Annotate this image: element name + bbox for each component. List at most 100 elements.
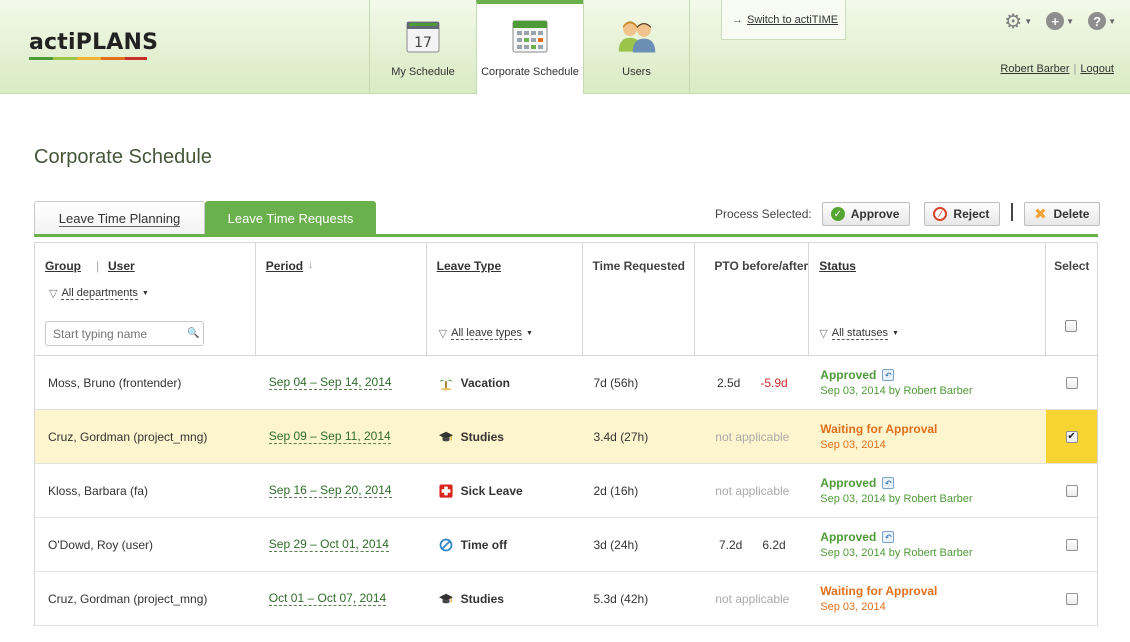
user-name-link[interactable]: Robert Barber xyxy=(1000,63,1069,75)
add-menu[interactable]: + ▼ xyxy=(1046,12,1074,30)
tab-label: Leave Time Requests xyxy=(227,210,354,226)
table-row[interactable]: Kloss, Barbara (fa) Sep 16 – Sep 20, 201… xyxy=(35,464,1097,518)
leave-requests-table: Group | User ▽ All departments ▼ 🔍 Perio… xyxy=(34,242,1098,626)
chevron-down-icon: ▼ xyxy=(141,290,149,297)
help-icon: ? xyxy=(1088,12,1107,30)
select-all-checkbox[interactable] xyxy=(1065,320,1078,332)
period-cell: Oct 01 – Oct 07, 2014 xyxy=(256,572,427,625)
pto-cell: not applicable xyxy=(695,410,809,463)
top-icon-bar: ⚙ ▼ + ▼ ? ▼ xyxy=(1004,10,1116,33)
revert-icon[interactable]: ↶ xyxy=(882,477,895,489)
switch-link[interactable]: Switch to actiTIME xyxy=(747,14,838,26)
status-label: Approved xyxy=(820,368,877,382)
header-period: Period ↓ xyxy=(256,243,427,355)
period-link[interactable]: Sep 04 – Sep 14, 2014 xyxy=(268,375,392,390)
status-badge: Approved ↶ xyxy=(820,368,895,382)
tab-label: Corporate Schedule xyxy=(481,66,579,78)
leave-type-label: Vacation xyxy=(460,375,510,390)
tab-my-schedule[interactable]: 17 My Schedule xyxy=(369,0,476,94)
check-icon: ✓ xyxy=(830,207,845,221)
row-checkbox[interactable] xyxy=(1065,484,1078,497)
status-label: Waiting for Approval xyxy=(820,422,938,436)
row-checkbox[interactable] xyxy=(1065,538,1078,551)
status-badge: Waiting for Approval xyxy=(820,422,937,436)
period-link[interactable]: Sep 09 – Sep 11, 2014 xyxy=(268,429,391,444)
button-label: Approve xyxy=(850,207,900,221)
time-requested: 3d (24h) xyxy=(593,537,639,552)
leave-type-filter[interactable]: ▽ All leave types ▼ xyxy=(439,327,533,340)
pto-before: 2.5d xyxy=(716,375,741,390)
tabs-underline xyxy=(34,234,1098,237)
status-detail: Sep 03, 2014 xyxy=(820,601,886,613)
sort-leave-type-link[interactable]: Leave Type xyxy=(437,259,501,273)
status-detail: Sep 03, 2014 by Robert Barber xyxy=(820,493,973,505)
chevron-down-icon: ▼ xyxy=(1108,16,1116,26)
reject-button[interactable]: ⁄ Reject xyxy=(924,202,1001,226)
tab-leave-time-requests[interactable]: Leave Time Requests xyxy=(205,201,376,235)
row-checkbox[interactable] xyxy=(1065,376,1078,389)
leave-type-label: Studies xyxy=(460,591,504,606)
user-name: Kloss, Barbara (fa) xyxy=(48,483,149,498)
gear-icon: ⚙ xyxy=(1004,10,1023,33)
select-cell xyxy=(1046,464,1097,517)
sort-user-link[interactable]: User xyxy=(108,259,135,273)
tab-corporate-schedule[interactable]: Corporate Schedule xyxy=(476,0,583,95)
period-cell: Sep 16 – Sep 20, 2014 xyxy=(256,464,427,517)
logout-link[interactable]: Logout xyxy=(1080,63,1114,75)
delete-button[interactable]: ✖ Delete xyxy=(1024,202,1101,226)
leave-type-cell: Vacation xyxy=(427,356,583,409)
header-select: Select xyxy=(1046,243,1097,355)
leave-type-cell: Studies xyxy=(427,410,583,463)
status-detail: Sep 03, 2014 xyxy=(820,439,886,451)
leave-type-label: Sick Leave xyxy=(460,483,523,498)
user-name: Cruz, Gordman (project_mng) xyxy=(48,591,208,606)
tab-users[interactable]: Users xyxy=(583,0,690,94)
time-requested-cell: 3.4d (27h) xyxy=(583,410,696,463)
table-row[interactable]: O'Dowd, Roy (user) Sep 29 – Oct 01, 2014… xyxy=(35,518,1097,572)
sort-status-link[interactable]: Status xyxy=(819,259,856,273)
calendar-grid-icon xyxy=(510,16,550,56)
actiplans-logo[interactable]: actiPLANS xyxy=(29,30,158,60)
table-row[interactable]: Cruz, Gordman (project_mng) Oct 01 – Oct… xyxy=(35,572,1097,626)
name-search-input[interactable] xyxy=(45,321,204,346)
sort-group-link[interactable]: Group xyxy=(45,259,81,273)
help-menu[interactable]: ? ▼ xyxy=(1088,12,1116,30)
revert-icon[interactable]: ↶ xyxy=(882,531,895,543)
period-link[interactable]: Oct 01 – Oct 07, 2014 xyxy=(268,591,387,606)
row-checkbox[interactable] xyxy=(1065,592,1078,605)
time-requested-cell: 2d (16h) xyxy=(583,464,696,517)
row-checkbox[interactable]: ✔ xyxy=(1065,430,1078,443)
pto-after: 6.2d xyxy=(762,537,786,552)
filter-label: All departments xyxy=(61,287,138,300)
switch-to-actitime[interactable]: → Switch to actiTIME xyxy=(721,0,846,40)
search-icon[interactable]: 🔍 xyxy=(187,328,199,339)
header-divider: | xyxy=(96,259,100,273)
period-link[interactable]: Sep 29 – Oct 01, 2014 xyxy=(268,537,389,552)
time-requested-cell: 5.3d (42h) xyxy=(583,572,696,625)
period-link[interactable]: Sep 16 – Sep 20, 2014 xyxy=(268,483,392,498)
table-body: Moss, Bruno (frontender) Sep 04 – Sep 14… xyxy=(35,356,1098,626)
select-cell: ✔ xyxy=(1046,410,1098,463)
approve-button[interactable]: ✓ Approve xyxy=(821,202,911,226)
table-row[interactable]: Moss, Bruno (frontender) Sep 04 – Sep 14… xyxy=(35,356,1097,410)
status-cell: Waiting for Approval Sep 03, 2014 xyxy=(809,572,1046,625)
button-label: Reject xyxy=(953,207,990,221)
revert-icon[interactable]: ↶ xyxy=(882,369,895,381)
sort-period-link[interactable]: Period xyxy=(266,259,303,273)
process-selected-bar: Process Selected: ✓ Approve ⁄ Reject ✖ D… xyxy=(715,201,1101,227)
settings-menu[interactable]: ⚙ ▼ xyxy=(1004,10,1032,33)
select-cell xyxy=(1046,356,1097,409)
pto-cell: 7.2d 6.2d xyxy=(695,518,809,571)
logo-color-bar xyxy=(29,57,158,60)
period-cell: Sep 09 – Sep 11, 2014 xyxy=(256,410,427,463)
pto-cell: not applicable xyxy=(695,464,809,517)
status-filter[interactable]: ▽ All statuses ▼ xyxy=(819,327,899,340)
pto-not-applicable: not applicable xyxy=(715,483,790,498)
tab-leave-time-planning[interactable]: Leave Time Planning xyxy=(34,201,205,235)
header-label: Select xyxy=(1054,259,1090,273)
no-entry-icon xyxy=(439,538,453,552)
pto-cell: not applicable xyxy=(695,572,809,625)
department-filter[interactable]: ▽ All departments ▼ xyxy=(49,287,149,300)
status-cell: Approved ↶ Sep 03, 2014 by Robert Barber xyxy=(809,518,1046,571)
table-row[interactable]: Cruz, Gordman (project_mng) Sep 09 – Sep… xyxy=(35,410,1098,464)
